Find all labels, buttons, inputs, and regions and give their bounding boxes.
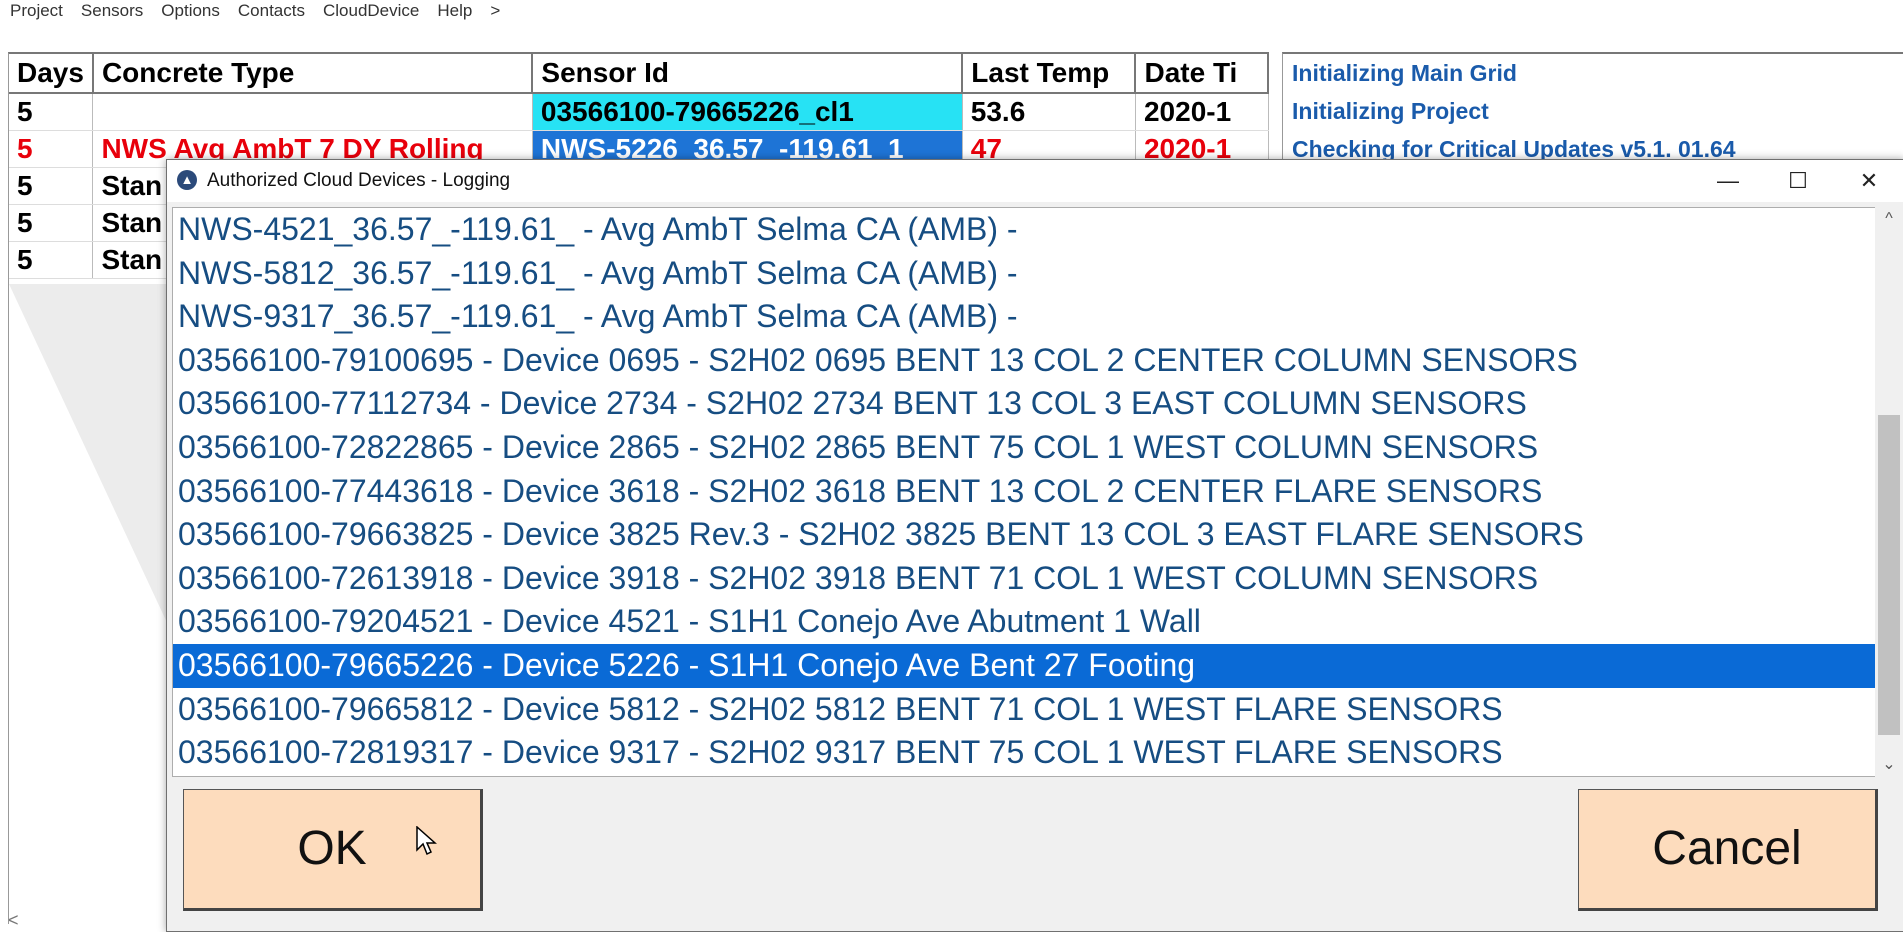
list-item[interactable]: NWS-4521_36.57_-119.61_ - Avg AmbT Selma…	[173, 208, 1875, 252]
header-days[interactable]: Days	[9, 54, 94, 94]
close-button[interactable]: ✕	[1834, 160, 1903, 202]
list-item[interactable]: 03566100-79663825 - Device 3825 Rev.3 - …	[173, 513, 1875, 557]
list-item[interactable]: 03566100-72613918 - Device 3918 - S2H02 …	[173, 557, 1875, 601]
cell-date[interactable]: 2020-1	[1135, 93, 1269, 131]
list-item-selected[interactable]: 03566100-79665226 - Device 5226 - S1H1 C…	[173, 643, 1875, 688]
log-line: Initializing Project	[1292, 98, 1489, 124]
list-item[interactable]: 03566100-79665812 - Device 5812 - S2H02 …	[173, 688, 1875, 732]
scroll-thumb[interactable]	[1878, 415, 1900, 735]
cell-temp[interactable]: 53.6	[962, 93, 1136, 131]
list-item[interactable]: 03566100-79204521 - Device 4521 - S1H1 C…	[173, 600, 1875, 644]
list-item[interactable]: 03566100-72822865 - Device 2865 - S2H02 …	[173, 426, 1875, 470]
cell-days[interactable]: 5	[9, 130, 94, 168]
authorized-devices-dialog: ▲ Authorized Cloud Devices - Logging — ☐…	[166, 159, 1903, 932]
ok-button[interactable]: OK	[183, 789, 483, 911]
header-last-temp[interactable]: Last Temp	[962, 54, 1137, 94]
dialog-title: Authorized Cloud Devices - Logging	[207, 170, 511, 191]
cell-type[interactable]	[92, 93, 533, 131]
list-item[interactable]: 03566100-79100695 - Device 0695 - S2H02 …	[173, 339, 1875, 383]
menu-bar: Project Sensors Options Contacts CloudDevice…	[0, 0, 1903, 24]
header-date-time[interactable]: Date Ti	[1135, 54, 1269, 94]
menu-sensors[interactable]: Sensors	[72, 0, 152, 22]
menu-overflow[interactable]: >	[481, 0, 509, 22]
menu-options[interactable]: Options	[152, 0, 229, 22]
scroll-up-arrow-icon[interactable]: ^	[1875, 207, 1903, 231]
list-item[interactable]: 03566100-77443618 - Device 3618 - S2H02 …	[173, 470, 1875, 514]
mouse-cursor-icon	[416, 826, 437, 856]
minimize-button[interactable]: —	[1693, 160, 1763, 202]
list-item[interactable]: NWS-9317_36.57_-119.61_ - Avg AmbT Selma…	[173, 295, 1875, 339]
list-item[interactable]: NWS-5812_36.57_-119.61_ - Avg AmbT Selma…	[173, 252, 1875, 296]
cancel-button[interactable]: Cancel	[1578, 789, 1878, 911]
list-scrollbar[interactable]: ^ ⌄	[1875, 207, 1903, 777]
scroll-down-arrow-icon[interactable]: ⌄	[1875, 753, 1903, 777]
header-sensor-id[interactable]: Sensor Id	[532, 54, 964, 94]
cell-days[interactable]: 5	[9, 167, 94, 205]
list-item[interactable]: 03566100-77112734 - Device 2734 - S2H02 …	[173, 382, 1875, 426]
menu-help[interactable]: Help	[428, 0, 481, 22]
menu-clouddevice[interactable]: CloudDevice	[314, 0, 428, 22]
header-concrete-type[interactable]: Concrete Type	[92, 54, 534, 94]
menu-contacts[interactable]: Contacts	[229, 0, 314, 22]
cell-days[interactable]: 5	[9, 241, 94, 279]
cell-days[interactable]: 5	[9, 93, 94, 131]
cell-sensor[interactable]: 03566100-79665226_cl1	[532, 93, 963, 131]
table-row[interactable]: 5 03566100-79665226_cl1 53.6 2020-1	[9, 93, 1269, 131]
maximize-button[interactable]: ☐	[1763, 160, 1833, 202]
device-listbox[interactable]: NWS-4521_36.57_-119.61_ - Avg AmbT Selma…	[172, 207, 1876, 777]
grid-header-row: Days Concrete Type Sensor Id Last Temp D…	[9, 54, 1269, 94]
app-icon: ▲	[177, 170, 197, 190]
menu-project[interactable]: Project	[0, 0, 72, 22]
list-item[interactable]: 03566100-72819317 - Device 9317 - S2H02 …	[173, 731, 1875, 775]
log-line: Initializing Main Grid	[1292, 60, 1517, 86]
cell-days[interactable]: 5	[9, 204, 94, 242]
dialog-titlebar[interactable]: ▲ Authorized Cloud Devices - Logging — ☐…	[167, 160, 1903, 202]
